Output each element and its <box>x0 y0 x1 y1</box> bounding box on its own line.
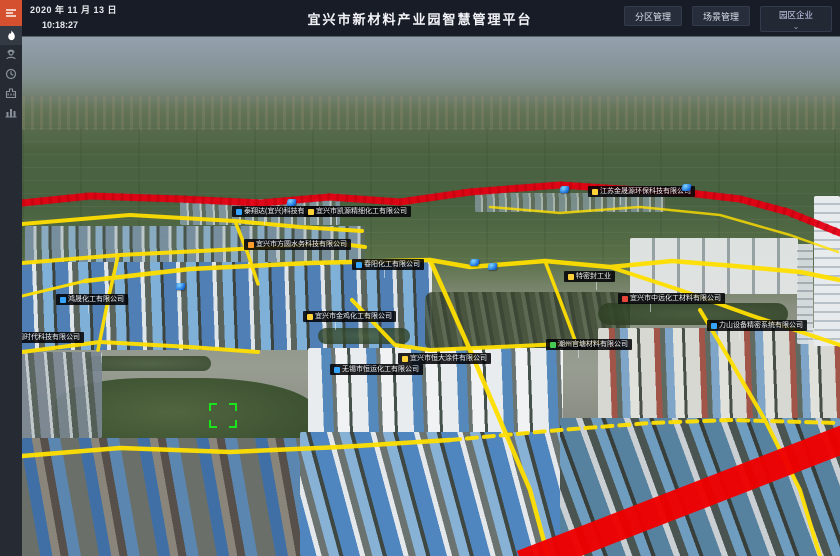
scene-manage-button[interactable]: 场景管理 <box>692 6 750 26</box>
label-leader-line <box>362 374 363 383</box>
company-label-text: 宜兴市金鸡化工有限公司 <box>315 313 392 320</box>
company-icon <box>592 189 598 195</box>
sidebar-item-fire[interactable] <box>0 26 22 45</box>
label-leader-line <box>596 281 597 290</box>
company-label[interactable]: 春阳化工有限公司 <box>352 259 424 270</box>
company-label-text: 无锡市恒运化工有限公司 <box>342 366 419 373</box>
company-label[interactable]: 宜兴市金鸡化工有限公司 <box>303 311 396 322</box>
blue-marker[interactable] <box>286 199 296 206</box>
label-leader-line <box>88 304 89 313</box>
zone-manage-button[interactable]: 分区管理 <box>624 6 682 26</box>
company-icon <box>236 209 242 215</box>
label-leader-line <box>276 249 277 258</box>
sidebar-item-menu[interactable] <box>0 0 22 26</box>
company-icon <box>622 296 628 302</box>
company-label[interactable]: 鸿晟化工有限公司 <box>56 294 128 305</box>
company-icon <box>711 323 717 329</box>
company-label[interactable]: 宜兴市方圆水务科技有限公司 <box>244 239 351 250</box>
company-label[interactable]: 江苏金晟源环保科技有限公司 <box>588 186 695 197</box>
company-label[interactable]: 宜兴市恒大涂件有限公司 <box>398 353 491 364</box>
company-icon <box>308 209 314 215</box>
company-label[interactable]: 宜兴市中远化工材料有限公司 <box>618 293 725 304</box>
label-leader-line <box>620 196 621 205</box>
selection-reticle <box>209 403 237 428</box>
company-icon <box>356 262 362 268</box>
label-leader-line <box>384 269 385 278</box>
company-label[interactable]: 特密封工业 <box>564 271 615 282</box>
company-icon <box>550 342 556 348</box>
label-leader-line <box>335 321 336 330</box>
company-label-text: 潮州官塘材料有限公司 <box>558 341 628 348</box>
label-leader-line <box>430 363 431 372</box>
company-icon <box>568 274 574 280</box>
bar-chart-icon <box>5 106 17 118</box>
blue-marker[interactable] <box>681 184 691 191</box>
blue-marker[interactable] <box>487 263 497 270</box>
map-label-layer: 泰翔达(宜兴)科技有限公司宜兴市凯源精细化工有限公司宜兴市方圆水务科技有限公司春… <box>0 0 840 556</box>
company-label[interactable]: 潮州官塘材料有限公司 <box>546 339 632 350</box>
sidebar-item-statistics[interactable] <box>0 102 22 121</box>
flame-icon <box>6 30 17 42</box>
company-icon <box>60 297 66 303</box>
left-sidebar <box>0 0 22 556</box>
blue-marker[interactable] <box>175 283 185 290</box>
sidebar-item-monitor[interactable] <box>0 64 22 83</box>
company-label-text: 力山设备精密系统有限公司 <box>719 322 803 329</box>
factory-icon <box>5 87 17 99</box>
company-icon <box>248 242 254 248</box>
company-label-text: 宜兴市恒大涂件有限公司 <box>410 355 487 362</box>
company-label-text: 鸿晟化工有限公司 <box>68 296 124 303</box>
label-leader-line <box>650 303 651 312</box>
label-leader-line <box>578 349 579 358</box>
enterprise-dropdown[interactable]: 园区企业 ⌄ <box>760 6 832 32</box>
company-icon <box>307 314 313 320</box>
enterprise-dropdown-label: 园区企业 <box>779 9 813 21</box>
menu-icon <box>5 7 17 19</box>
label-leader-line <box>739 330 740 339</box>
app-window: 泰翔达(宜兴)科技有限公司宜兴市凯源精细化工有限公司宜兴市方圆水务科技有限公司春… <box>0 0 840 556</box>
company-label[interactable]: 力山设备精密系统有限公司 <box>707 320 807 331</box>
company-label-text: 江苏金晟源环保科技有限公司 <box>600 188 691 195</box>
blue-marker[interactable] <box>469 259 479 266</box>
company-icon <box>334 367 340 373</box>
top-header-bar: 2020 年 11 月 13 日 10:18:27 宜兴市新材料产业园智慧管理平… <box>0 0 840 36</box>
company-label-text: 春阳化工有限公司 <box>364 261 420 268</box>
company-label-text: 特密封工业 <box>576 273 611 280</box>
chevron-down-icon: ⌄ <box>793 23 800 31</box>
sidebar-item-operator[interactable] <box>0 45 22 64</box>
blue-marker[interactable] <box>559 186 569 193</box>
company-label[interactable]: 宜兴市凯源精细化工有限公司 <box>304 206 411 217</box>
company-label-text: 宜兴市中远化工材料有限公司 <box>630 295 721 302</box>
company-icon <box>402 356 408 362</box>
gauge-icon <box>5 68 17 80</box>
label-leader-line <box>336 216 337 225</box>
operator-icon <box>5 49 17 61</box>
sidebar-item-enterprise[interactable] <box>0 83 22 102</box>
company-label-text: 宜兴市凯源精细化工有限公司 <box>316 208 407 215</box>
label-leader-line <box>264 216 265 225</box>
company-label[interactable]: 无锡市恒运化工有限公司 <box>330 364 423 375</box>
company-label-text: 宜兴市方圆水务科技有限公司 <box>256 241 347 248</box>
